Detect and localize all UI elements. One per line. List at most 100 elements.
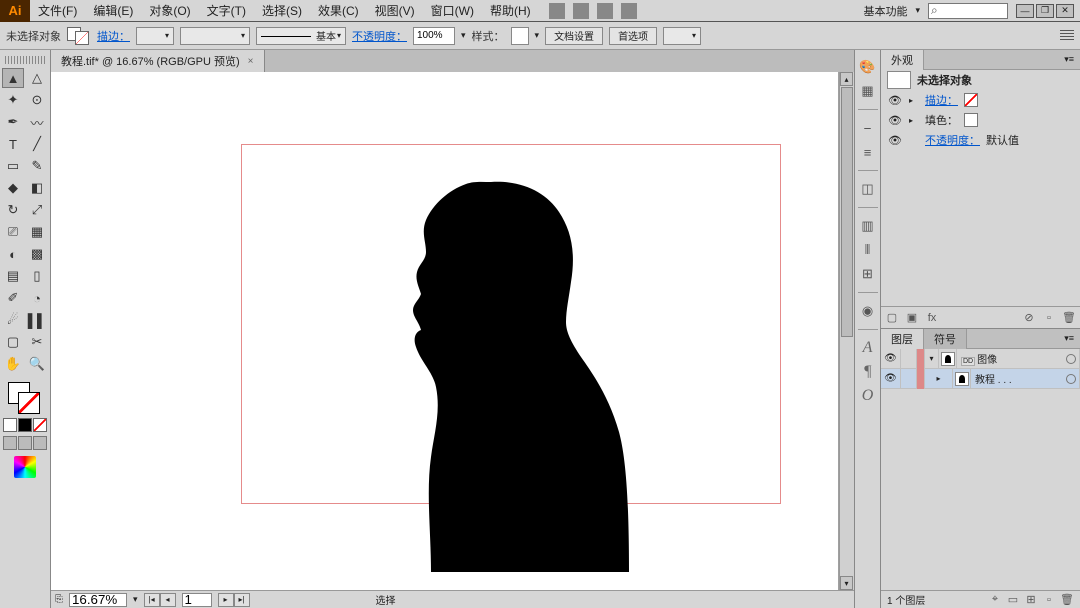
target-icon[interactable] [1062, 349, 1080, 369]
lock-toggle[interactable] [901, 369, 917, 389]
visibility-toggle[interactable]: 👁 [887, 114, 903, 127]
draw-normal[interactable] [3, 436, 17, 450]
close-button[interactable]: ✕ [1056, 4, 1074, 18]
zoom-tool[interactable]: 🔍 [26, 354, 48, 374]
visibility-toggle[interactable]: 👁 [887, 134, 903, 147]
visibility-toggle[interactable]: 👁 [881, 349, 901, 369]
free-transform-tool[interactable]: ▦ [26, 222, 48, 242]
magic-wand-tool[interactable]: ✦ [2, 90, 24, 110]
stroke-link[interactable]: 描边： [925, 92, 958, 108]
panel-menu-icon[interactable]: ▾≡ [1058, 50, 1080, 69]
document-tab[interactable]: 教程.tif* @ 16.67% (RGB/GPU 预览) × [51, 50, 265, 72]
opentype-panel-icon[interactable]: O [859, 387, 877, 405]
stroke-width-profile-dropdown[interactable]: ▾ [180, 27, 250, 45]
opacity-link[interactable]: 不透明度： [352, 28, 407, 44]
add-stroke-icon[interactable]: ▢ [885, 311, 899, 325]
layers-tab[interactable]: 图层 [881, 329, 924, 349]
lock-toggle[interactable] [901, 349, 917, 369]
menu-edit[interactable]: 编辑(E) [85, 2, 141, 19]
color-mode-color[interactable] [3, 418, 17, 432]
first-artboard-button[interactable]: |◂ [144, 593, 160, 607]
selection-tool[interactable]: ▲ [2, 68, 24, 88]
stroke-swatch[interactable] [18, 392, 40, 414]
new-layer-icon[interactable]: ▫ [1042, 593, 1056, 607]
fill-stroke-swatch[interactable] [67, 27, 91, 45]
workspace-switcher[interactable]: 基本功能 [863, 3, 907, 19]
canvas[interactable] [51, 72, 838, 590]
chevron-down-icon[interactable]: ▾ [461, 30, 466, 41]
disclosure-triangle[interactable]: ▸ [925, 369, 953, 389]
symbols-tab[interactable]: 符号 [924, 329, 967, 349]
search-input[interactable] [928, 3, 1008, 19]
menu-view[interactable]: 视图(V) [367, 2, 423, 19]
draw-inside[interactable] [33, 436, 47, 450]
target-icon[interactable] [1062, 369, 1080, 389]
blend-tool[interactable]: ◔ [26, 288, 48, 308]
stroke-weight-dropdown[interactable]: ▾ [136, 27, 174, 45]
new-sublayer-icon[interactable]: ⊞ [1024, 593, 1038, 607]
opacity-input[interactable] [413, 27, 455, 45]
layer-row[interactable]: 👁 ▸ 教程 . . . [881, 369, 1080, 389]
artboard-nav-icon[interactable]: ⎘ [55, 594, 63, 605]
fill-color-swatch[interactable] [964, 113, 978, 127]
brushes-panel-icon[interactable]: ⎯ [859, 119, 877, 137]
color-mode-none[interactable] [33, 418, 47, 432]
visibility-toggle[interactable]: 👁 [881, 369, 901, 389]
panel-menu-icon[interactable] [1060, 30, 1074, 42]
duplicate-icon[interactable]: ▫ [1042, 311, 1056, 325]
make-clipping-mask-icon[interactable]: ▭ [1006, 593, 1020, 607]
type-tool[interactable]: T [2, 134, 24, 154]
stroke-color-swatch[interactable] [964, 93, 978, 107]
add-fill-icon[interactable]: ▣ [905, 311, 919, 325]
rectangle-tool[interactable]: ▭ [2, 156, 24, 176]
align-dropdown[interactable]: ▾ [663, 27, 701, 45]
layer-name[interactable]: 教程 . . . [971, 371, 1062, 386]
align-panel-icon[interactable]: ⫴ [859, 241, 877, 259]
visibility-toggle[interactable]: 👁 [887, 94, 903, 107]
paintbrush-tool[interactable]: ✎ [26, 156, 48, 176]
prev-artboard-button[interactable]: ◂ [160, 593, 176, 607]
add-effect-icon[interactable]: fx [925, 311, 939, 325]
opacity-link[interactable]: 不透明度： [925, 132, 980, 148]
eyedropper-tool[interactable]: ✐ [2, 288, 24, 308]
color-panel-icon[interactable]: 🎨 [859, 58, 877, 76]
brush-def-dropdown[interactable]: 基本▾ [256, 27, 346, 45]
disclosure-triangle[interactable]: ▸ [909, 116, 919, 125]
toolbar-icon-1[interactable] [549, 3, 565, 19]
menu-object[interactable]: 对象(O) [141, 2, 198, 19]
layer-name[interactable]: DD图像 [957, 351, 1062, 366]
stroke-link[interactable]: 描边： [97, 28, 130, 44]
color-mode-gradient[interactable] [18, 418, 32, 432]
preferences-button[interactable]: 首选项 [609, 27, 657, 45]
eraser-tool[interactable]: ◧ [26, 178, 48, 198]
scale-tool[interactable]: ⤢ [26, 200, 48, 220]
appearance-tab[interactable]: 外观 [881, 50, 924, 70]
shaper-tool[interactable]: ◆ [2, 178, 24, 198]
scroll-down-button[interactable]: ▾ [840, 576, 853, 590]
artboard-number-input[interactable] [182, 593, 212, 607]
panel-menu-icon[interactable]: ▾≡ [1058, 329, 1080, 348]
rotate-tool[interactable]: ↻ [2, 200, 24, 220]
minimize-button[interactable]: — [1016, 4, 1034, 18]
lasso-tool[interactable]: ⊙ [26, 90, 48, 110]
stroke-panel-icon[interactable]: ≡ [859, 143, 877, 161]
bridge-icon[interactable] [621, 3, 637, 19]
chevron-down-icon[interactable]: ▾ [535, 30, 540, 41]
paragraph-panel-icon[interactable]: ¶ [859, 363, 877, 381]
layer-row[interactable]: 👁 ▾ DD图像 [881, 349, 1080, 369]
menu-type[interactable]: 文字(T) [199, 2, 254, 19]
menu-effect[interactable]: 效果(C) [310, 2, 367, 19]
swatches-panel-icon[interactable]: ▦ [859, 82, 877, 100]
scroll-thumb[interactable] [841, 87, 853, 337]
scroll-up-button[interactable]: ▴ [840, 72, 853, 86]
maximize-button[interactable]: ❐ [1036, 4, 1054, 18]
menu-select[interactable]: 选择(S) [254, 2, 310, 19]
delete-layer-icon[interactable]: 🗑 [1060, 593, 1074, 607]
change-screen-mode[interactable] [14, 456, 36, 478]
slice-tool[interactable]: ✂ [26, 332, 48, 352]
curvature-tool[interactable]: 〰 [26, 112, 48, 132]
draw-behind[interactable] [18, 436, 32, 450]
delete-icon[interactable]: 🗑 [1062, 311, 1076, 325]
character-panel-icon[interactable]: A [859, 339, 877, 357]
disclosure-triangle[interactable]: ▾ [925, 349, 939, 369]
